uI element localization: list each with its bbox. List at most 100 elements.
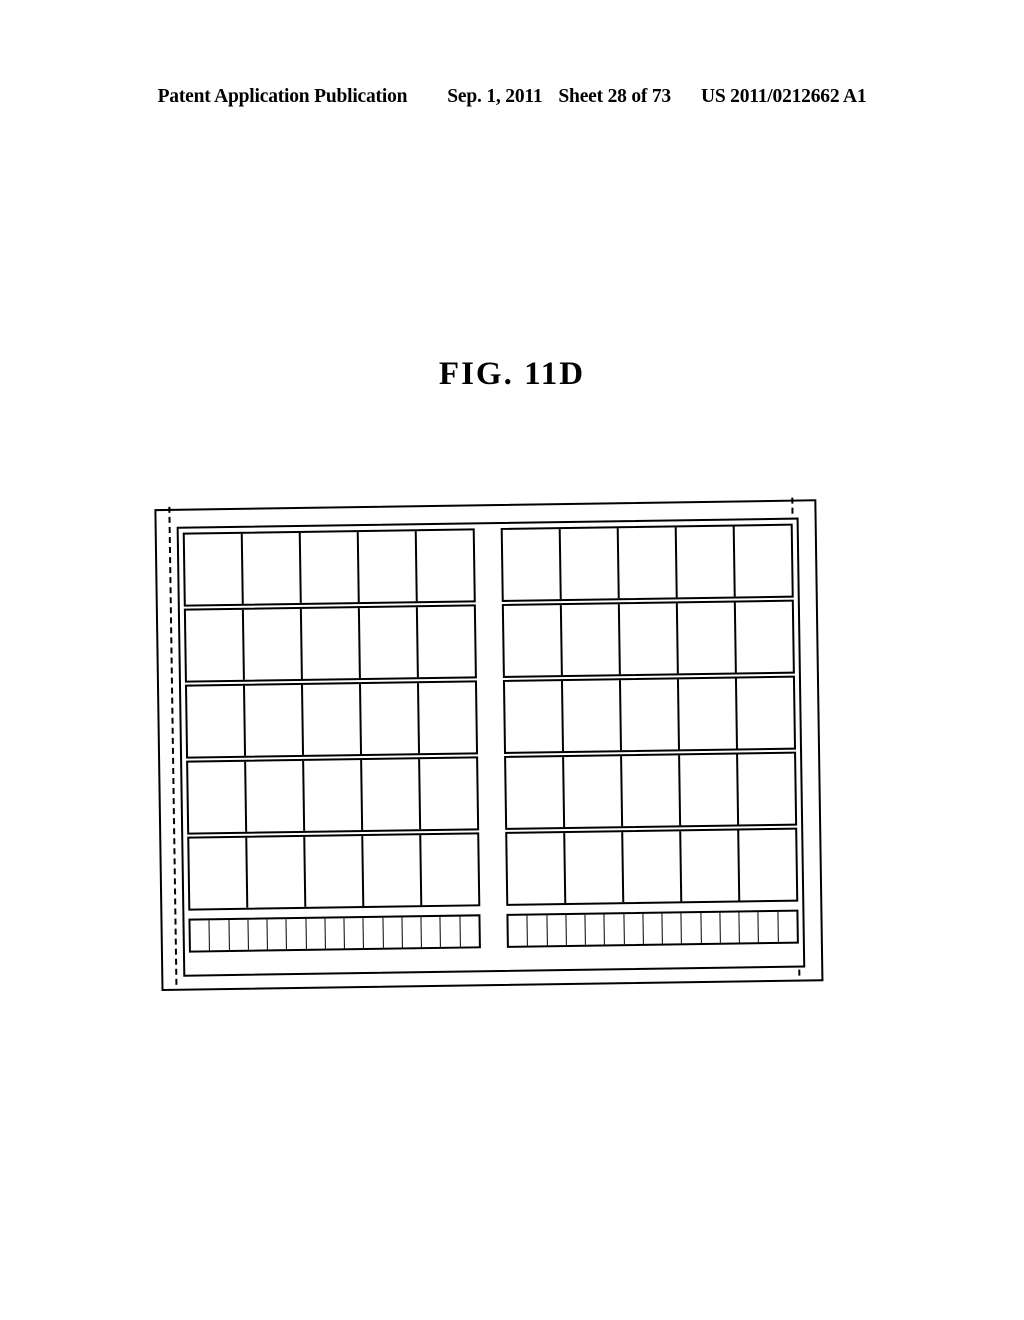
strip-cell [248, 919, 268, 950]
cell [360, 683, 421, 755]
strip-cell [325, 918, 346, 949]
panel-assembly [146, 491, 853, 1011]
publication-label: Patent Application Publication [157, 86, 408, 107]
strip-row [188, 909, 799, 953]
strip-cell [643, 913, 664, 944]
cell [421, 834, 478, 905]
strip-cell [604, 914, 625, 945]
cell [620, 679, 680, 751]
cell-block-left [187, 832, 481, 911]
strip-cell [546, 915, 567, 946]
cell [678, 678, 738, 750]
strip-cell [758, 911, 779, 943]
cell [622, 755, 682, 827]
strip-cell [267, 919, 288, 950]
cell [185, 609, 245, 681]
cell [305, 836, 365, 907]
cell [619, 603, 679, 675]
strip-cell [778, 912, 797, 942]
cell [418, 606, 475, 677]
figure-drawing [150, 496, 850, 1006]
cell [187, 685, 247, 757]
cell [504, 681, 565, 752]
strip-cell [229, 919, 249, 951]
cell [363, 835, 423, 907]
cell [680, 754, 740, 826]
strip-cell [402, 917, 423, 948]
cell [735, 526, 792, 597]
cell [562, 680, 623, 752]
cell-block-left [183, 604, 477, 683]
publication-date: Sep. 1, 2011 [447, 86, 543, 107]
cell [419, 682, 476, 753]
strip-cell [566, 914, 586, 946]
strip-cell [508, 915, 529, 946]
sheet-number: Sheet 28 of 73 [558, 86, 671, 107]
strip-cell [286, 918, 307, 950]
cell-block-right [504, 751, 798, 830]
strip-cell [383, 917, 403, 948]
cell [300, 532, 360, 603]
cell-block-right [500, 523, 794, 602]
strip-cell [460, 916, 479, 946]
strip-cell [624, 913, 644, 945]
cell [564, 756, 624, 828]
cell-block-left [186, 756, 480, 835]
cell [417, 530, 474, 601]
cell [737, 678, 794, 749]
cell [242, 532, 302, 604]
strip-cell [720, 912, 741, 943]
cell [188, 761, 248, 833]
cell [677, 602, 737, 674]
cell [358, 531, 418, 603]
cell [502, 529, 562, 600]
cell [565, 832, 625, 904]
cell [738, 754, 795, 825]
document-number: US 2011/0212662 A1 [700, 86, 867, 107]
strip-block-left [188, 914, 481, 953]
cell [736, 602, 793, 673]
cell [189, 837, 249, 909]
cell-block-right [502, 675, 797, 754]
cell [739, 830, 796, 901]
cell [362, 759, 422, 831]
cell-row [186, 751, 798, 835]
strip-cell [421, 916, 442, 948]
strip-cell [701, 912, 721, 944]
strip-cell [363, 917, 384, 949]
cell [301, 608, 361, 679]
strip-cell [681, 913, 702, 944]
cell [245, 684, 305, 756]
figure-title: FIG. 11D [438, 356, 586, 392]
cell [247, 836, 307, 908]
cell-block-left [182, 528, 476, 607]
cell [184, 533, 244, 605]
cell [503, 605, 563, 676]
cell [681, 830, 741, 902]
cell [302, 684, 363, 755]
strip-cell [440, 916, 461, 947]
cell-block-right [501, 599, 795, 678]
strip-cell [209, 920, 230, 951]
cell-row [187, 827, 799, 911]
cell [359, 607, 419, 679]
cell [676, 526, 736, 598]
cell [561, 604, 621, 676]
cell [623, 831, 683, 903]
strip-block-right [506, 909, 799, 948]
cell-block-right [505, 827, 799, 906]
cell [618, 527, 678, 599]
strip-cell [739, 912, 760, 943]
strip-cell [662, 913, 683, 944]
cell-row [183, 599, 795, 683]
cell [246, 760, 306, 832]
cell-grid [182, 523, 799, 971]
strip-cell [585, 914, 606, 945]
strip-cell [344, 918, 365, 949]
cell [560, 528, 620, 600]
cell-row [184, 675, 797, 759]
strip-cell [306, 918, 326, 949]
cell [506, 757, 566, 828]
cell [507, 833, 567, 904]
cell [420, 758, 477, 829]
